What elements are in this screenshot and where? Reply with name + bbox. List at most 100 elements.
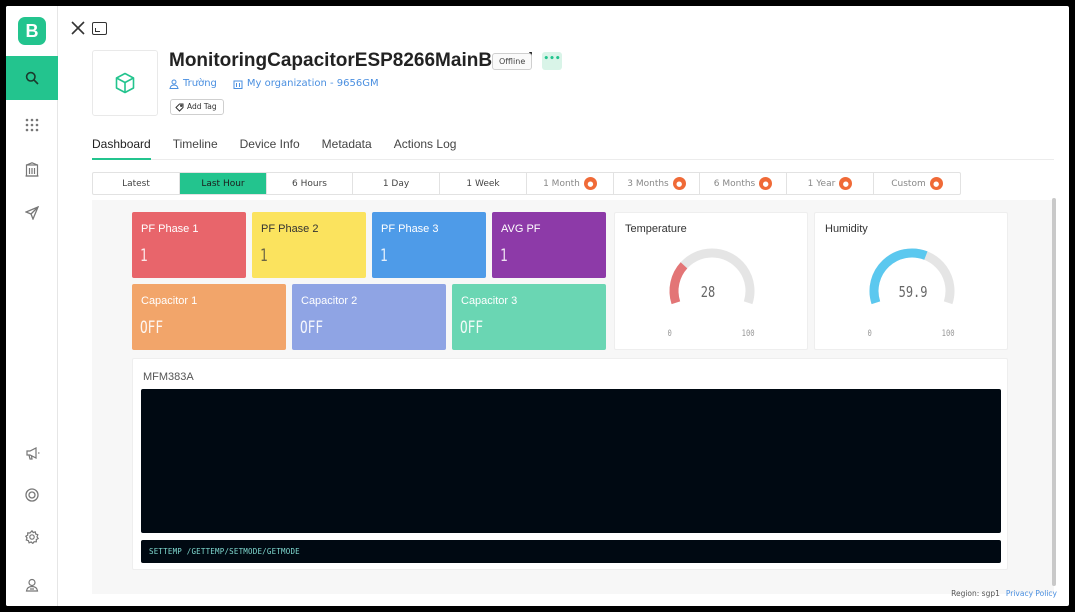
device-title: MonitoringCapacitorESP8266MainBoard: [169, 50, 534, 71]
sidebar-item-devices[interactable]: [6, 110, 58, 140]
widget-title: Humidity: [825, 223, 868, 235]
widget-label: PF Phase 3: [381, 223, 439, 235]
time-range-label: 3 Months: [627, 178, 669, 189]
sidebar-item-send[interactable]: [6, 198, 58, 228]
tab-label: Dashboard: [92, 136, 151, 160]
widget-humidity-gauge[interactable]: Humidity 59.9 0 100: [814, 212, 1008, 350]
time-range-last-hour[interactable]: Last Hour: [180, 173, 267, 194]
widget-capacitor-3[interactable]: Capacitor 3 OFF: [452, 284, 606, 350]
terminal-input[interactable]: SETTEMP /GETTEMP/SETMODE/GETMODE: [141, 540, 1001, 563]
widget-capacitor-1[interactable]: Capacitor 1 OFF: [132, 284, 286, 350]
lock-icon: ●: [759, 177, 773, 190]
tab-device-info[interactable]: Device Info: [229, 136, 311, 160]
time-range-latest[interactable]: Latest: [93, 173, 180, 194]
time-range-label: Last Hour: [201, 178, 245, 189]
tab-metadata[interactable]: Metadata: [311, 136, 383, 160]
device-owner-row: Trường My organization - 9656GM: [169, 78, 379, 89]
add-tag-label: Add Tag: [187, 102, 217, 111]
time-range-custom[interactable]: Custom ●: [874, 173, 960, 194]
widget-value: OFF: [140, 318, 164, 338]
time-range-label: 1 Day: [382, 178, 410, 189]
widget-value: 1: [380, 246, 388, 266]
region-label: Region: sgp1: [951, 589, 1000, 598]
time-range-label: 1 Year: [807, 178, 836, 189]
gauge-value: 28: [700, 283, 716, 301]
owner-link[interactable]: Trường: [183, 78, 217, 89]
expand-icon[interactable]: [92, 22, 107, 35]
tab-label: Actions Log: [393, 137, 457, 151]
widget-temperature-gauge[interactable]: Temperature 28 0 100: [614, 212, 808, 350]
sidebar: B: [6, 6, 58, 606]
widget-value: 1: [500, 246, 508, 266]
sidebar-item-announcements[interactable]: [6, 438, 58, 468]
terminal-output[interactable]: [141, 389, 1001, 533]
grid-icon: [25, 118, 39, 132]
time-range-1-year[interactable]: 1 Year ●: [787, 173, 874, 194]
widget-title: MFM383A: [143, 371, 194, 383]
widget-value: OFF: [460, 318, 484, 338]
time-range-1-month[interactable]: 1 Month ●: [527, 173, 614, 194]
sidebar-item-organizations[interactable]: [6, 154, 58, 184]
privacy-policy-link[interactable]: Privacy Policy: [1006, 589, 1057, 598]
app-logo[interactable]: B: [18, 17, 46, 45]
close-icon[interactable]: [70, 20, 86, 36]
lock-icon: ●: [929, 177, 943, 190]
widget-pf-phase-3[interactable]: PF Phase 3 1: [372, 212, 486, 278]
widget-label: PF Phase 1: [141, 223, 199, 235]
footer: Region: sgp1 Privacy Policy: [951, 589, 1057, 598]
time-range-selector: Latest Last Hour 6 Hours 1 Day 1 Week 1 …: [92, 172, 961, 195]
gauge-min-label: 0: [667, 329, 672, 339]
gauge-min-label: 0: [867, 329, 872, 339]
device-tabs: Dashboard Timeline Device Info Metadata …: [92, 136, 1054, 160]
tag-icon: [175, 103, 184, 112]
time-range-label: 1 Week: [466, 178, 500, 189]
tab-label: Timeline: [172, 137, 218, 151]
tab-label: Device Info: [239, 137, 300, 151]
time-range-3-months[interactable]: 3 Months ●: [614, 173, 700, 194]
cube-icon: [115, 72, 135, 94]
tab-timeline[interactable]: Timeline: [162, 136, 229, 160]
time-range-label: 6 Hours: [292, 178, 327, 189]
search-icon: [25, 71, 39, 85]
user-icon: [169, 79, 179, 89]
device-avatar: [92, 50, 158, 116]
widget-label: Capacitor 3: [461, 295, 518, 307]
sidebar-item-profile[interactable]: [6, 570, 58, 600]
widget-terminal: MFM383A SETTEMP /GETTEMP/SETMODE/GETMODE: [132, 358, 1008, 570]
building-icon: [25, 161, 39, 177]
time-range-label: Custom: [891, 178, 926, 189]
sidebar-item-search[interactable]: [6, 56, 58, 100]
widget-value: 1: [140, 246, 148, 266]
widget-pf-phase-2[interactable]: PF Phase 2 1: [252, 212, 366, 278]
widget-label: AVG PF: [501, 223, 541, 235]
tab-actions-log[interactable]: Actions Log: [383, 136, 468, 160]
sidebar-item-settings[interactable]: [6, 522, 58, 552]
time-range-1-week[interactable]: 1 Week: [440, 173, 527, 194]
time-range-1-day[interactable]: 1 Day: [353, 173, 440, 194]
time-range-label: Latest: [122, 178, 150, 189]
tab-label: Metadata: [321, 137, 372, 151]
lock-icon: ●: [839, 177, 853, 190]
lock-icon: ●: [583, 177, 597, 190]
time-range-6-months[interactable]: 6 Months ●: [700, 173, 787, 194]
send-icon: [25, 206, 39, 220]
add-tag-button[interactable]: Add Tag: [170, 99, 224, 115]
megaphone-icon: [25, 447, 39, 460]
sidebar-item-help[interactable]: [6, 480, 58, 510]
time-range-6-hours[interactable]: 6 Hours: [267, 173, 353, 194]
time-range-label: 6 Months: [713, 178, 756, 189]
organization-link[interactable]: My organization - 9656GM: [247, 78, 379, 89]
gauge-value: 59.9: [898, 283, 928, 301]
app-window: B MonitoringCapacitorESP8266MainBoard Of…: [6, 6, 1069, 606]
widget-capacitor-2[interactable]: Capacitor 2 OFF: [292, 284, 446, 350]
more-options-button[interactable]: •••: [542, 52, 562, 70]
user-icon: [25, 578, 39, 592]
tab-dashboard[interactable]: Dashboard: [92, 136, 162, 160]
building-icon: [233, 80, 243, 89]
widget-pf-phase-1[interactable]: PF Phase 1 1: [132, 212, 246, 278]
widget-avg-pf[interactable]: AVG PF 1: [492, 212, 606, 278]
help-ring-icon: [25, 488, 39, 502]
widget-label: Capacitor 1: [141, 295, 198, 307]
logo-letter: B: [25, 20, 39, 41]
dashboard-scrollbar[interactable]: [1052, 198, 1056, 586]
